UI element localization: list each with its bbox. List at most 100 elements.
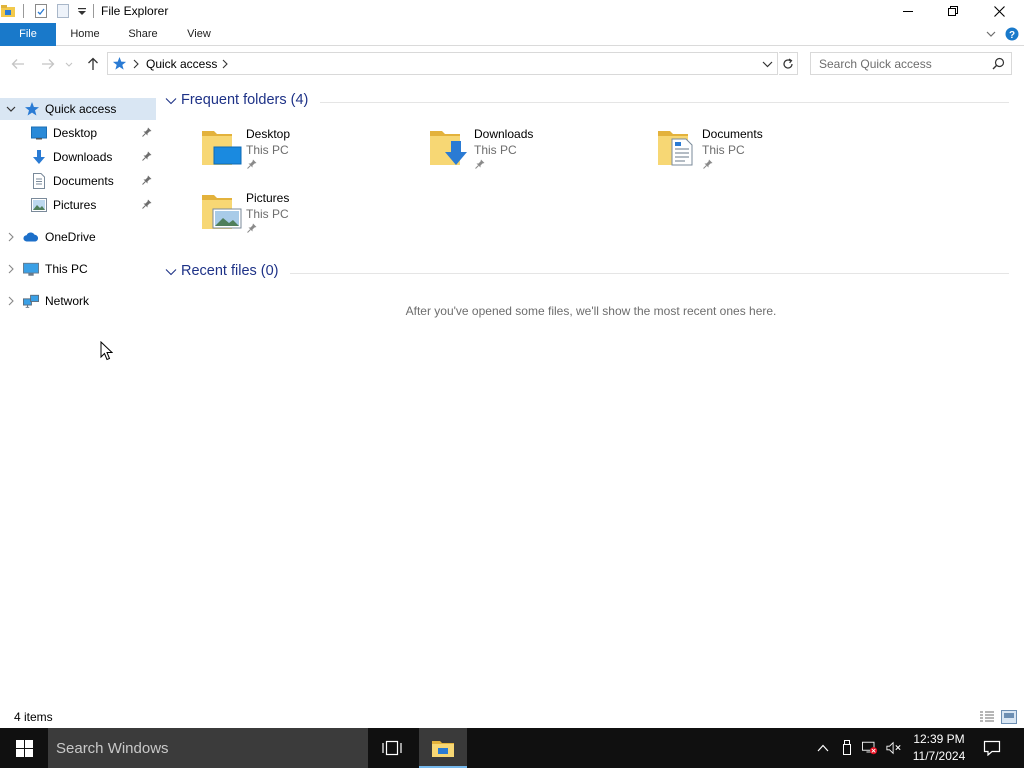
sidebar-item-network[interactable]: Network	[0, 290, 156, 312]
sidebar-item-label: Documents	[53, 174, 114, 188]
tab-share[interactable]: Share	[118, 23, 168, 46]
breadcrumb-quick-access[interactable]: Quick access	[146, 57, 217, 71]
folder-location: This PC	[474, 143, 517, 157]
breadcrumb-chevron-icon[interactable]	[221, 59, 229, 69]
chevron-down-icon[interactable]	[5, 103, 17, 115]
new-folder-icon[interactable]	[55, 3, 71, 19]
pin-icon[interactable]	[247, 223, 257, 233]
folder-tile-desktop[interactable]: Desktop This PC	[200, 125, 410, 181]
sidebar-item-documents[interactable]: Documents	[0, 170, 156, 192]
clock-date: 11/7/2024	[912, 749, 966, 763]
chevron-right-icon[interactable]	[5, 263, 17, 275]
sidebar-item-label: This PC	[45, 262, 88, 276]
taskbar-search-box[interactable]: Search Windows	[48, 728, 368, 768]
chevron-down-icon[interactable]	[165, 267, 177, 277]
customize-toolbar-icon[interactable]	[74, 3, 90, 19]
folder-location: This PC	[246, 207, 289, 221]
pictures-folder-icon	[200, 189, 244, 233]
documents-folder-icon	[656, 125, 700, 169]
sidebar-item-quick-access[interactable]: Quick access	[0, 98, 156, 120]
group-divider	[290, 273, 1009, 274]
pin-icon[interactable]	[247, 159, 257, 169]
mouse-cursor-icon	[100, 341, 113, 361]
taskbar-clock[interactable]: 12:39 PM 11/7/2024	[906, 731, 972, 765]
sidebar-item-pictures[interactable]: Pictures	[0, 194, 156, 216]
details-view-icon[interactable]	[979, 710, 995, 724]
clock-time: 12:39 PM	[913, 732, 965, 746]
chevron-right-icon[interactable]	[5, 295, 17, 307]
taskbar-search-placeholder[interactable]: Search Windows	[56, 740, 169, 757]
task-view-button[interactable]	[370, 728, 414, 768]
chevron-right-icon[interactable]	[5, 231, 17, 243]
folder-location: This PC	[246, 143, 289, 157]
pin-icon[interactable]	[142, 127, 152, 137]
minimize-button[interactable]	[885, 0, 931, 22]
forward-arrow-icon[interactable]	[39, 55, 57, 73]
sidebar-item-onedrive[interactable]: OneDrive	[0, 226, 156, 248]
folder-name: Downloads	[474, 127, 534, 141]
pin-icon[interactable]	[142, 151, 152, 161]
toolbar-separator	[23, 4, 24, 18]
folder-tile-documents[interactable]: Documents This PC	[656, 125, 866, 181]
pin-icon[interactable]	[703, 159, 713, 169]
refresh-button[interactable]	[779, 52, 798, 75]
sidebar-item-label: Quick access	[45, 102, 117, 116]
group-header-frequent[interactable]: Frequent folders (4)	[165, 92, 1017, 112]
folder-tile-pictures[interactable]: Pictures This PC	[200, 189, 410, 245]
group-title: Recent files (0)	[181, 263, 279, 279]
explorer-app-icon[interactable]	[0, 3, 16, 19]
group-divider	[320, 102, 1009, 103]
task-view-icon	[382, 740, 402, 756]
taskbar-file-explorer-button[interactable]	[419, 728, 467, 768]
group-header-recent[interactable]: Recent files (0)	[165, 263, 1017, 283]
large-icons-view-icon[interactable]	[1001, 710, 1017, 724]
star-icon	[24, 101, 40, 117]
folder-location: This PC	[702, 143, 745, 157]
help-icon[interactable]: ?	[1005, 27, 1019, 41]
up-arrow-icon[interactable]	[84, 55, 102, 73]
action-center-button[interactable]	[980, 738, 1004, 758]
sidebar-item-downloads[interactable]: Downloads	[0, 146, 156, 168]
folder-name: Documents	[702, 127, 763, 141]
chevron-down-icon[interactable]	[165, 96, 177, 106]
back-arrow-icon[interactable]	[9, 55, 27, 73]
pin-icon[interactable]	[142, 199, 152, 209]
folder-name: Desktop	[246, 127, 291, 141]
svg-text:?: ?	[1009, 30, 1015, 41]
taskbar: Search Windows 12:39 PM 11/7/2024	[0, 728, 1024, 768]
recent-locations-icon[interactable]	[63, 55, 75, 73]
pin-icon[interactable]	[475, 159, 485, 169]
tab-file[interactable]: File	[0, 23, 56, 46]
title-bar: File Explorer	[0, 0, 1024, 23]
volume-muted-icon[interactable]	[886, 740, 902, 756]
address-bar[interactable]: Quick access	[107, 52, 778, 75]
refresh-icon	[783, 57, 793, 69]
tab-home[interactable]: Home	[60, 23, 110, 46]
expand-ribbon-icon[interactable]	[985, 28, 997, 40]
network-disconnected-icon[interactable]	[862, 740, 878, 756]
restore-button[interactable]	[930, 0, 976, 22]
usb-device-icon[interactable]	[839, 740, 855, 756]
address-history-dropdown-icon[interactable]	[762, 59, 773, 69]
cloud-icon	[23, 229, 39, 245]
pin-icon[interactable]	[142, 175, 152, 185]
window-title: File Explorer	[101, 4, 169, 18]
breadcrumb-chevron-icon[interactable]	[132, 59, 140, 69]
sidebar-item-label: Network	[45, 294, 90, 308]
sidebar-item-this-pc[interactable]: This PC	[0, 258, 156, 280]
search-icon[interactable]	[992, 57, 1005, 70]
search-input[interactable]	[811, 53, 986, 74]
folder-tile-downloads[interactable]: Downloads This PC	[428, 125, 638, 181]
sidebar-item-desktop[interactable]: Desktop	[0, 122, 156, 144]
search-box[interactable]	[810, 52, 1012, 75]
sidebar-item-label: Desktop	[53, 126, 98, 140]
download-icon	[31, 149, 47, 165]
close-button[interactable]	[976, 0, 1022, 22]
desktop-folder-icon	[200, 125, 244, 169]
properties-icon[interactable]	[33, 3, 49, 19]
network-icon	[23, 293, 39, 309]
start-button[interactable]	[0, 728, 48, 768]
chevron-up-icon[interactable]	[815, 740, 831, 756]
toolbar-separator	[93, 4, 94, 18]
tab-view[interactable]: View	[176, 23, 222, 46]
